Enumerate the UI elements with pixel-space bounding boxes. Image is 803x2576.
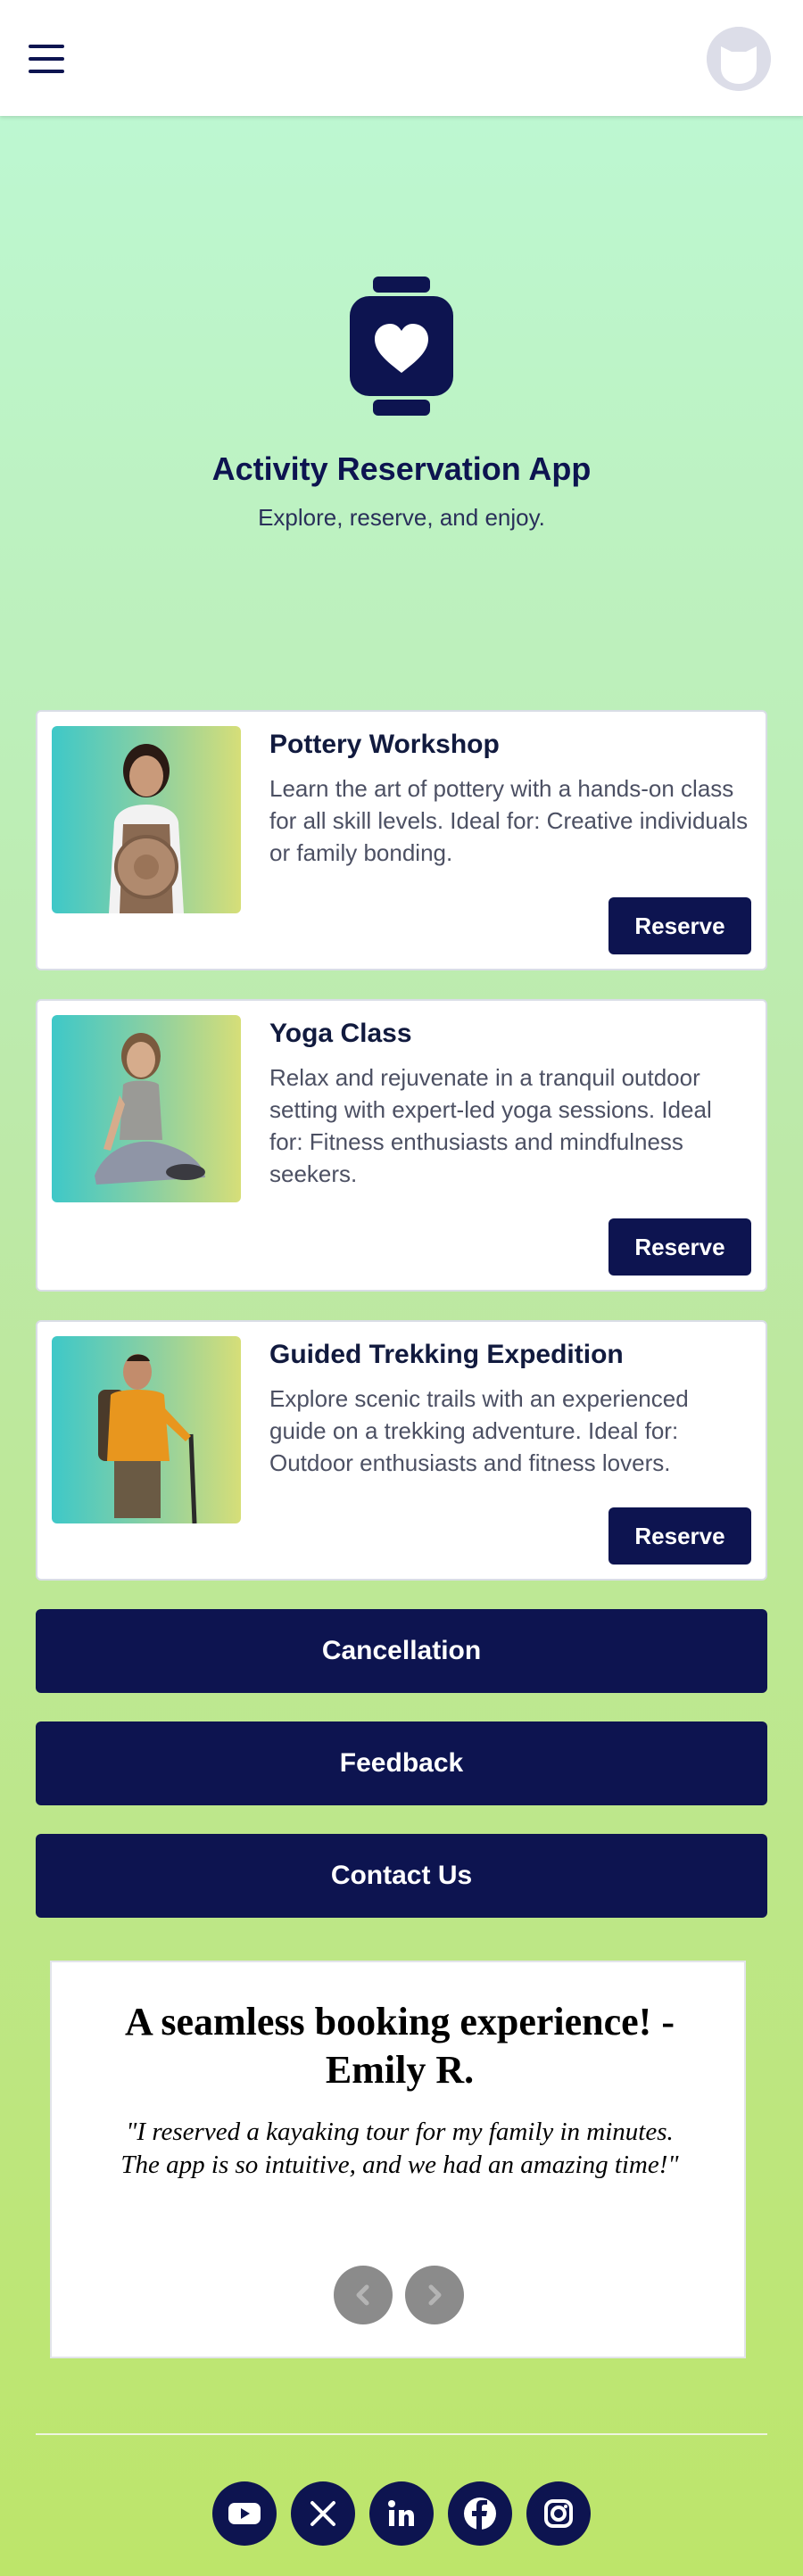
hero-section: Activity Reservation App Explore, reserv… bbox=[0, 116, 803, 705]
feedback-button[interactable]: Feedback bbox=[36, 1721, 767, 1805]
reserve-button-pottery[interactable]: Reserve bbox=[608, 897, 751, 954]
testimonial-headline: A seamless booking experience! - Emily R… bbox=[125, 2000, 675, 2092]
linkedin-icon[interactable] bbox=[369, 2481, 434, 2546]
activity-title: Pottery Workshop bbox=[269, 730, 500, 759]
activity-image-yoga bbox=[52, 1015, 241, 1202]
user-avatar-icon[interactable] bbox=[707, 27, 771, 91]
contact-us-button[interactable]: Contact Us bbox=[36, 1834, 767, 1918]
hamburger-menu-icon[interactable] bbox=[29, 45, 64, 73]
page-subtitle: Explore, reserve, and enjoy. bbox=[258, 504, 545, 531]
activity-card-yoga: Yoga Class Relax and rejuvenate in a tra… bbox=[36, 999, 767, 1292]
page-title: Activity Reservation App bbox=[211, 450, 592, 487]
activity-title: Guided Trekking Expedition bbox=[269, 1340, 624, 1369]
cancellation-button[interactable]: Cancellation bbox=[36, 1609, 767, 1693]
activity-card-pottery: Pottery Workshop Learn the art of potter… bbox=[36, 710, 767, 970]
smartwatch-heart-icon bbox=[350, 277, 453, 416]
footer-divider bbox=[36, 2433, 767, 2435]
testimonial-quote: "I reserved a kayaking tour for my famil… bbox=[120, 2118, 679, 2179]
previous-arrow-icon[interactable] bbox=[334, 2266, 393, 2324]
activity-card-trekking: Guided Trekking Expedition Explore sceni… bbox=[36, 1320, 767, 1581]
activity-image-pottery bbox=[52, 726, 241, 913]
activity-image-trekking bbox=[52, 1336, 241, 1523]
activity-description: Explore scenic trails with an experience… bbox=[269, 1385, 689, 1476]
reserve-button-yoga[interactable]: Reserve bbox=[608, 1218, 751, 1276]
youtube-icon[interactable] bbox=[212, 2481, 277, 2546]
reserve-button-trekking[interactable]: Reserve bbox=[608, 1507, 751, 1565]
activity-title: Yoga Class bbox=[269, 1019, 412, 1048]
top-bar bbox=[0, 0, 803, 116]
x-icon[interactable] bbox=[291, 2481, 355, 2546]
activity-description: Learn the art of pottery with a hands-on… bbox=[269, 775, 749, 866]
activity-description: Relax and rejuvenate in a tranquil outdo… bbox=[269, 1064, 712, 1187]
testimonial-card: A seamless booking experience! - Emily R… bbox=[50, 1961, 746, 2358]
facebook-icon[interactable] bbox=[448, 2481, 512, 2546]
instagram-icon[interactable] bbox=[526, 2481, 591, 2546]
next-arrow-icon[interactable] bbox=[405, 2266, 464, 2324]
